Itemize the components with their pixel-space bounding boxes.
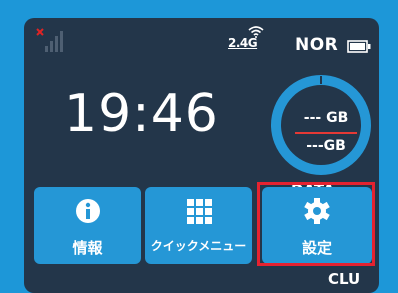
info-icon	[75, 199, 100, 223]
gauge-divider	[295, 132, 357, 134]
no-signal-icon	[36, 28, 63, 52]
profile-indicator: CLU	[328, 270, 361, 288]
data-used-value: --- GB	[303, 110, 349, 126]
quick-menu-label: クイックメニュー	[150, 239, 247, 253]
info-label: 情報	[72, 239, 103, 257]
mode-indicator: NOR	[295, 35, 339, 55]
status-bar: 2.4G NOR	[24, 18, 379, 68]
clock: 19:46	[64, 84, 219, 144]
band-indicator: 2.4G	[228, 36, 258, 50]
quick-menu-button[interactable]: クイックメニュー	[145, 187, 252, 264]
wifi-icon	[248, 26, 264, 38]
device-screen: 2.4G NOR 19:46 --- GB ---GB DATA 情報	[24, 18, 379, 293]
info-button[interactable]: 情報	[34, 187, 141, 264]
data-total-value: ---GB	[306, 138, 346, 154]
grid-icon	[186, 199, 212, 224]
battery-icon	[347, 40, 371, 53]
selection-highlight	[257, 182, 375, 266]
